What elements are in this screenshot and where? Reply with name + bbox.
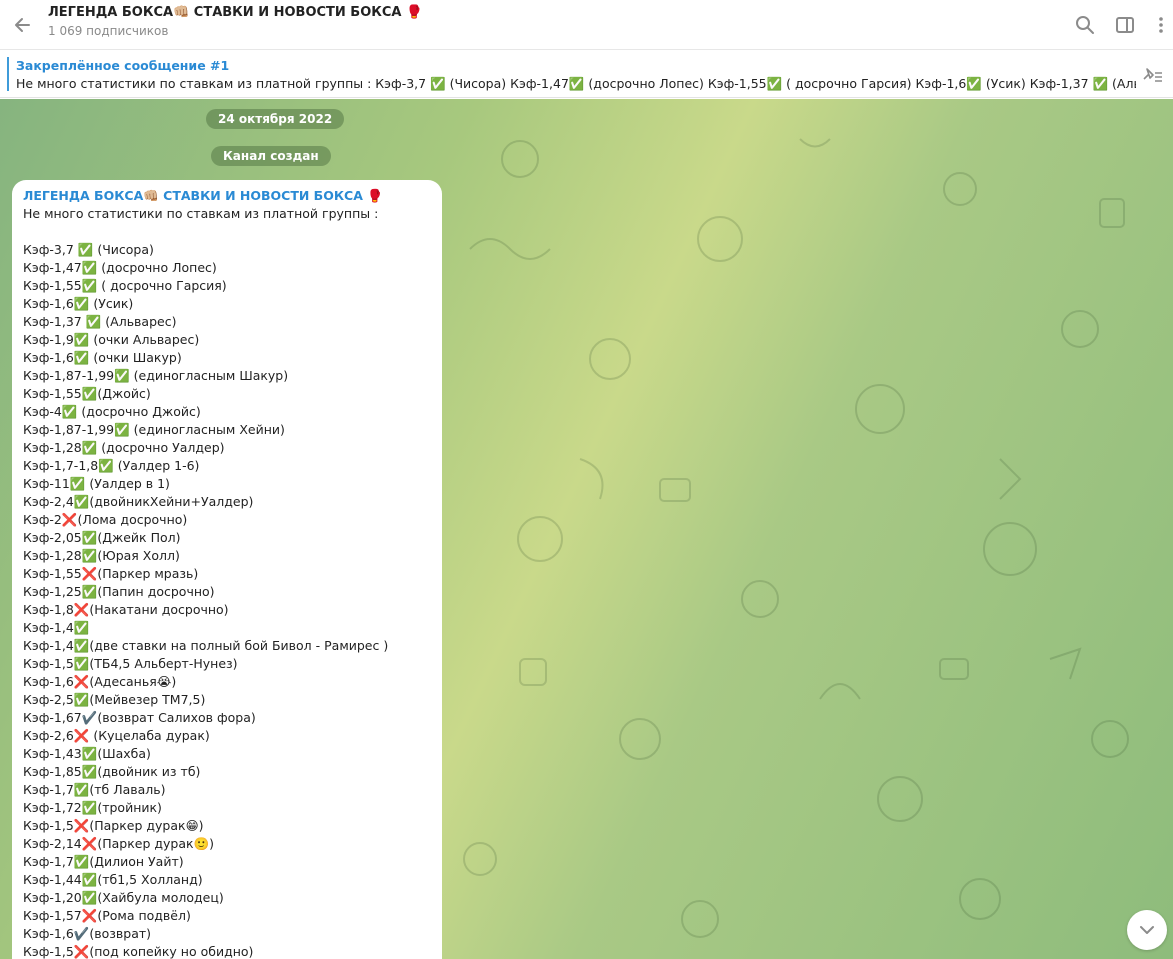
bet-line: Кэф-1,5✅(ТБ4,5 Альберт-Нунез) [23,656,238,671]
bet-line: Кэф-1,7✅(тб Лаваль) [23,782,166,797]
chat-area[interactable]: 24 октября 2022 Канал создан ЛЕГЕНДА БОК… [0,99,1173,959]
pinned-indicator [7,57,9,91]
bet-line: Кэф-3,7 ✅ (Чисора) [23,242,154,257]
bet-line: Кэф-1,5❌(Паркер дурак😁) [23,818,204,833]
bet-line: Кэф-2,4✅(двойникХейни+Уалдер) [23,494,254,509]
bet-line: Кэф-1,37 ✅ (Альварес) [23,314,177,329]
bet-line: Кэф-1,6❌(Адесанья😭) [23,674,177,689]
message-intro: Не много статистики по ставкам из платно… [23,206,379,221]
bet-line: Кэф-4✅ (досрочно Джойс) [23,404,201,419]
bet-line: Кэф-1,72✅(тройник) [23,800,162,815]
bet-line: Кэф-1,47✅ (досрочно Лопес) [23,260,217,275]
bet-line: Кэф-11✅ (Уалдер в 1) [23,476,170,491]
bet-line: Кэф-1,6✅ (очки Шакур) [23,350,182,365]
bet-line: Кэф-1,6✔️(возврат) [23,926,152,941]
bet-line: Кэф-1,55✅ ( досрочно Гарсия) [23,278,227,293]
search-icon[interactable] [1072,12,1098,38]
bet-line: Кэф-1,4✅ [23,620,90,635]
bet-line: Кэф-2❌(Лома досрочно) [23,512,188,527]
date-pill: 24 октября 2022 [206,109,345,129]
channel-info[interactable]: ЛЕГЕНДА БОКСА👊🏼 СТАВКИ И НОВОСТИ БОКСА 🥊… [48,5,422,38]
sidebar-toggle-icon[interactable] [1112,12,1138,38]
bet-line: Кэф-1,67✔️(возврат Салихов фора) [23,710,256,725]
bet-line: Кэф-1,55✅(Джойс) [23,386,151,401]
scroll-down-button[interactable] [1127,910,1167,950]
bet-line: Кэф-1,9✅ (очки Альварес) [23,332,200,347]
bet-line: Кэф-1,6✅ (Усик) [23,296,134,311]
bet-line: Кэф-1,55❌(Паркер мразь) [23,566,199,581]
bet-line: Кэф-1,43✅(Шахба) [23,746,151,761]
pin-list-icon[interactable] [1139,63,1165,87]
bet-list: Кэф-3,7 ✅ (Чисора) Кэф-1,47✅ (досрочно Л… [23,241,431,959]
bet-line: Кэф-1,8❌(Накатани досрочно) [23,602,229,617]
bet-line: Кэф-2,6❌ (Куцелаба дурак) [23,728,210,743]
bet-line: Кэф-2,14❌(Паркер дурак🙂) [23,836,214,851]
bet-line: Кэф-2,5✅(Мейвезер ТМ7,5) [23,692,206,707]
message-bubble[interactable]: ЛЕГЕНДА БОКСА👊🏼 СТАВКИ И НОВОСТИ БОКСА 🥊… [12,180,442,959]
bet-line: Кэф-1,28✅ (досрочно Уалдер) [23,440,225,455]
bet-line: Кэф-1,87-1,99✅ (единогласным Хейни) [23,422,285,437]
chat-header: ЛЕГЕНДА БОКСА👊🏼 СТАВКИ И НОВОСТИ БОКСА 🥊… [0,0,1173,50]
pinned-text: Не много статистики по ставкам из платно… [16,76,1136,91]
channel-title: ЛЕГЕНДА БОКСА👊🏼 СТАВКИ И НОВОСТИ БОКСА 🥊 [48,5,423,20]
bet-line: Кэф-1,5❌(под копейку но обидно) [23,944,254,959]
bet-line: Кэф-1,57❌(Рома подвёл) [23,908,191,923]
bet-line: Кэф-1,28✅(Юрая Холл) [23,548,180,563]
bet-line: Кэф-1,4✅(две ставки на полный бой Бивол … [23,638,389,653]
subscriber-count: 1 069 подписчиков [48,24,169,38]
back-arrow-icon[interactable] [10,12,36,38]
bet-line: Кэф-1,87-1,99✅ (единогласным Шакур) [23,368,289,383]
bet-line: Кэф-1,20✅(Хайбула молодец) [23,890,224,905]
bet-line: Кэф-1,7-1,8✅ (Уалдер 1-6) [23,458,200,473]
bet-line: Кэф-1,44✅(тб1,5 Холланд) [23,872,203,887]
pinned-message-bar[interactable]: Закреплённое сообщение #1 Не много стати… [0,51,1173,98]
more-vertical-icon[interactable] [1148,12,1173,38]
message-author[interactable]: ЛЕГЕНДА БОКСА👊🏼 СТАВКИ И НОВОСТИ БОКСА 🥊 [23,187,431,205]
bet-line: Кэф-1,25✅(Папин досрочно) [23,584,215,599]
bet-line: Кэф-1,85✅(двойник из тб) [23,764,201,779]
bet-line: Кэф-2,05✅(Джейк Пол) [23,530,181,545]
pinned-title: Закреплённое сообщение #1 [16,58,230,73]
service-message-pill: Канал создан [211,146,331,166]
bet-line: Кэф-1,7✅(Дилион Уайт) [23,854,184,869]
chevron-down-icon [1140,926,1154,934]
